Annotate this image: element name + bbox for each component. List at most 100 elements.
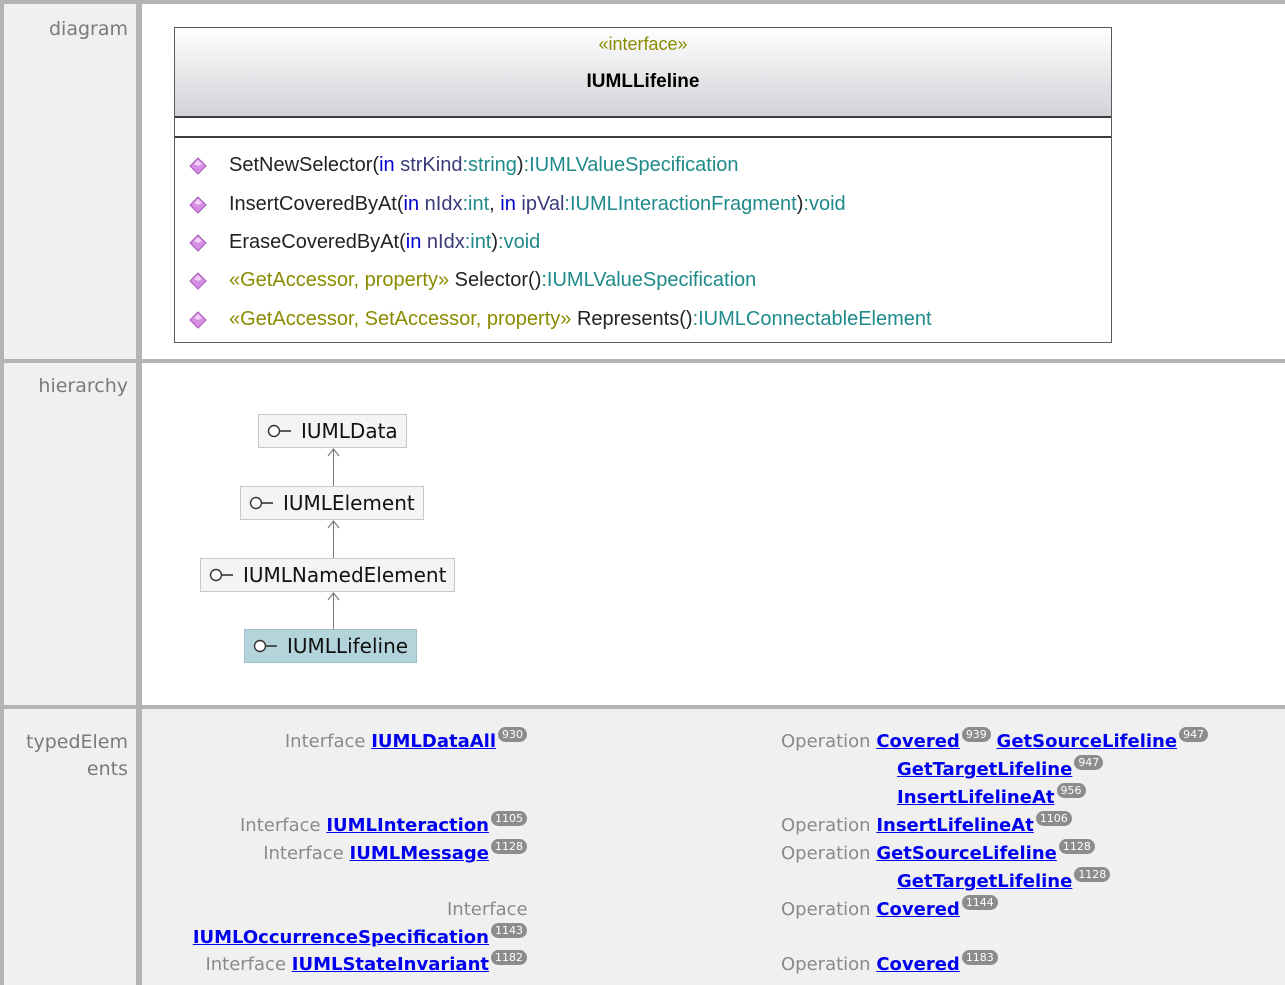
op-param-direction: in	[379, 154, 395, 176]
typed-kind: Operation	[781, 815, 871, 836]
page-badge: 1143	[491, 923, 527, 938]
typed-link[interactable]: GetTargetLifeline	[897, 759, 1072, 780]
typed-kind: Interface	[447, 899, 528, 920]
label-cell-hierarchy: hierarchy	[4, 363, 136, 705]
typed-link[interactable]: IUMLOccurrenceSpecification	[193, 927, 489, 948]
uml-class-name: IUMLLifeline	[586, 71, 700, 92]
typed-link[interactable]: IUMLDataAll	[371, 731, 496, 752]
page-badge: 1182	[491, 950, 527, 965]
generalization-arrow-icon	[327, 592, 340, 601]
page-badge: 947	[1074, 755, 1104, 770]
page-badge: 939	[961, 727, 991, 742]
op-param-direction: in	[403, 193, 420, 215]
row-label-typed-elements: typedElem ents	[4, 709, 128, 783]
interface-lollipop-icon	[267, 424, 291, 437]
typed-link[interactable]: Covered	[876, 899, 960, 920]
op-param-name: ipVal	[515, 193, 565, 215]
operation-icon	[189, 156, 207, 175]
op-param-name: strKind	[394, 154, 463, 176]
op-stereotype: «GetAccessor, SetAccessor, property»	[229, 308, 577, 330]
hierarchy-node-label: IUMLNamedElement	[243, 563, 447, 587]
uml-interface-box[interactable]: «interface» IUMLLifeline SetNewSelector(…	[174, 27, 1112, 343]
op-name: InsertCoveredByAt(	[229, 193, 404, 215]
typed-link[interactable]: IUMLMessage	[350, 843, 489, 864]
operation-icon	[189, 233, 207, 252]
op-stereotype: «GetAccessor, property»	[229, 269, 455, 291]
op-param-type: :int	[462, 193, 490, 215]
generalization-arrow-icon	[327, 448, 340, 457]
grid-line	[0, 705, 1285, 709]
op-name: EraseCoveredByAt(	[229, 231, 406, 253]
uml-operation[interactable]: InsertCoveredByAt(in nIdx:int, in ipVal:…	[189, 191, 846, 217]
typed-link[interactable]: Covered	[876, 731, 960, 752]
hierarchy-node-iumlnamedelement[interactable]: IUMLNamedElement	[200, 558, 456, 592]
label-cell-typed-elements: typedElem ents	[4, 709, 136, 985]
op-return-type: :IUMLValueSpecification	[541, 269, 757, 291]
typed-link[interactable]: Covered	[876, 954, 960, 975]
operation-icon	[189, 310, 207, 329]
uml-operation[interactable]: «GetAccessor, property» Selector():IUMLV…	[189, 267, 756, 293]
op-name: SetNewSelector(	[229, 154, 380, 176]
op-return-type: :void	[498, 231, 541, 253]
op-param-name: nIdx	[421, 231, 465, 253]
row-label-typed-part1: typedElem	[26, 731, 128, 753]
op-return-type: :IUMLValueSpecification	[523, 154, 739, 176]
typed-element-right: Operation Covered 1144	[781, 895, 998, 920]
doc-table: diagram hierarchy typedElem ents «interf…	[0, 0, 1285, 985]
page-badge: 947	[1179, 727, 1209, 742]
typed-kind: Interface	[240, 815, 321, 836]
op-close-paren: )	[516, 154, 524, 176]
operation-icon	[189, 271, 207, 290]
typed-link[interactable]: GetTargetLifeline	[897, 871, 1072, 892]
row-label-hierarchy: hierarchy	[38, 375, 128, 397]
op-return-type: :IUMLConnectableElement	[692, 308, 932, 330]
op-param-type: :string	[462, 154, 517, 176]
op-param-name: nIdx	[419, 193, 463, 215]
grid-line	[0, 0, 4, 985]
typed-link[interactable]: GetSourceLifeline	[876, 843, 1057, 864]
typed-link[interactable]: IUMLStateInvariant	[292, 954, 489, 975]
typed-kind: Interface	[263, 843, 344, 864]
row-label-diagram: diagram	[48, 18, 128, 40]
grid-line	[0, 359, 1285, 363]
uml-operation[interactable]: SetNewSelector(in strKind:string):IUMLVa…	[189, 152, 739, 178]
typed-element-right: Operation Covered 1183	[781, 950, 998, 975]
typed-element-right: InsertLifelineAt 956	[897, 783, 1086, 808]
uml-header: «interface» IUMLLifeline	[175, 28, 1111, 118]
typed-kind: Operation	[781, 843, 871, 864]
page-badge: 1183	[961, 950, 998, 965]
op-param-type: :IUMLInteractionFragment	[564, 193, 797, 215]
hierarchy-node-label: IUMLData	[301, 419, 398, 443]
page-badge: 1128	[1058, 839, 1095, 854]
typed-element-left: IUMLOccurrenceSpecification 1143	[193, 923, 527, 948]
typed-kind: Interface	[205, 954, 287, 975]
uml-stereotype: «interface»	[598, 34, 688, 54]
typed-element-right: Operation GetSourceLifeline 1128	[781, 839, 1095, 864]
typed-element-right: Operation InsertLifelineAt 1106	[781, 811, 1072, 836]
page-badge: 1144	[961, 895, 998, 910]
hierarchy-node-label: IUMLElement	[283, 491, 415, 515]
hierarchy-node-iumldata[interactable]: IUMLData	[258, 414, 407, 448]
interface-lollipop-icon	[209, 568, 233, 581]
typed-link[interactable]: InsertLifelineAt	[876, 815, 1034, 836]
typed-element-right: GetTargetLifeline 947	[897, 755, 1104, 780]
typed-link[interactable]: IUMLInteraction	[326, 815, 489, 836]
uml-operation[interactable]: «GetAccessor, SetAccessor, property» Rep…	[189, 306, 932, 332]
op-name: Represents()	[576, 308, 693, 330]
page-badge: 1128	[1074, 867, 1111, 882]
typed-kind: Operation	[781, 731, 871, 752]
op-param-direction: in	[405, 231, 422, 253]
typed-element-left: Interface IUMLInteraction 1105	[240, 811, 527, 836]
hierarchy-node-label: IUMLLifeline	[287, 634, 409, 658]
typed-link[interactable]: GetSourceLifeline	[997, 731, 1178, 752]
typed-kind: Operation	[781, 954, 871, 975]
hierarchy-node-iumlelement[interactable]: IUMLElement	[240, 486, 424, 520]
typed-element-left: Interface IUMLMessage 1128	[263, 839, 527, 864]
interface-lollipop-icon	[249, 496, 273, 509]
uml-operation[interactable]: EraseCoveredByAt(in nIdx:int):void	[189, 229, 540, 255]
row-label-typed-part2: ents	[86, 758, 128, 780]
typed-link[interactable]: InsertLifelineAt	[897, 787, 1055, 808]
hierarchy-node-iumllifeline[interactable]: IUMLLifeline	[244, 629, 418, 663]
typed-element-right: GetTargetLifeline 1128	[897, 867, 1111, 892]
typed-element-left: Interface IUMLDataAll 930	[285, 727, 527, 752]
